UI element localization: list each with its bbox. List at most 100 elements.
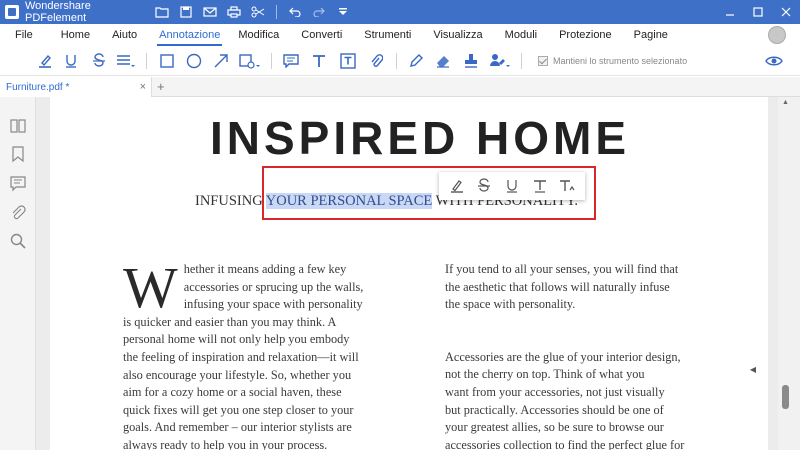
paragraph-line: want from your accessories, not just vis… — [445, 384, 665, 399]
attachments-panel-icon[interactable] — [9, 203, 27, 221]
paragraph-line: aim for a cozy home or a social haven, t… — [123, 385, 342, 400]
bookmark-icon[interactable] — [9, 145, 27, 163]
insert-text-icon[interactable] — [557, 176, 577, 196]
highlight-icon[interactable] — [34, 46, 56, 76]
add-tab-icon[interactable]: + — [157, 79, 165, 94]
toolbar-separator — [271, 52, 272, 69]
highlight-text-icon[interactable] — [447, 176, 467, 196]
scroll-up-icon[interactable]: ▲ — [782, 99, 789, 106]
menu-annotazione[interactable]: Annotazione — [157, 24, 223, 46]
menu-converti[interactable]: Converti — [301, 24, 342, 46]
signature-icon[interactable] — [485, 46, 515, 76]
left-column: W hether it means adding a few key acces… — [123, 255, 383, 450]
paragraph-line: the feeling of inspiration and relaxatio… — [123, 349, 359, 364]
right-column: If you tend to all your senses, you will… — [445, 261, 715, 450]
redo-icon[interactable] — [307, 0, 331, 24]
menu-modifica[interactable]: Modifica — [238, 24, 279, 46]
menu-file[interactable]: File — [15, 24, 33, 46]
comments-panel-icon[interactable] — [9, 174, 27, 192]
maximize-icon[interactable] — [744, 0, 772, 24]
app-title: Wondershare PDFelement — [25, 0, 91, 24]
paragraph-line: your greatest allies, so be sure to brow… — [445, 420, 664, 435]
paragraph-line: quick fixes will get you one step closer… — [123, 402, 354, 417]
tab-label: Furniture.pdf * — [6, 81, 70, 93]
paragraph-line: also encourage your lifestyle. So, wheth… — [123, 367, 352, 382]
text-align-icon[interactable] — [112, 46, 140, 76]
eye-icon[interactable] — [764, 46, 784, 76]
menu-bar: File Home Aiuto Annotazione Modifica Con… — [0, 24, 800, 46]
close-tab-icon[interactable]: × — [140, 81, 146, 93]
search-icon[interactable] — [9, 232, 27, 250]
paragraph-line: the aesthetic that follows will naturall… — [445, 279, 670, 294]
arrow-icon[interactable] — [207, 46, 235, 76]
underline-text-icon[interactable] — [502, 176, 522, 196]
textbox-icon[interactable] — [334, 46, 362, 76]
keep-tool-option[interactable]: Mantieni lo strumento selezionato — [538, 55, 688, 66]
tab-furniture-pdf[interactable]: Furniture.pdf * × — [0, 77, 152, 97]
print-icon[interactable] — [222, 0, 246, 24]
circle-icon[interactable] — [181, 46, 207, 76]
paragraph-line: is quicker and easier than you may think… — [123, 314, 337, 329]
toolbar-separator — [396, 52, 397, 69]
menu-home[interactable]: Home — [61, 24, 90, 46]
keep-tool-checkbox[interactable] — [538, 55, 548, 66]
pdf-page[interactable]: INSPIRED HOME INFUSING YOUR PERSONAL SPA… — [50, 97, 768, 450]
stamp-icon[interactable] — [457, 46, 485, 76]
text-icon[interactable] — [304, 46, 334, 76]
rectangle-icon[interactable] — [153, 46, 181, 76]
undo-icon[interactable] — [283, 0, 307, 24]
paragraph-line: not the cherry on top. Think of what you — [445, 367, 645, 382]
menu-protezione[interactable]: Protezione — [559, 24, 612, 46]
user-avatar[interactable] — [768, 26, 786, 44]
menu-pagine[interactable]: Pagine — [634, 24, 668, 46]
annotation-toolbar: Mantieni lo strumento selezionato — [0, 46, 800, 76]
document-title: INSPIRED HOME — [210, 112, 631, 164]
pencil-icon[interactable] — [403, 46, 429, 76]
document-tab-bar: Furniture.pdf * × + — [0, 77, 800, 97]
title-bar: Wondershare PDFelement — [0, 0, 800, 24]
text-markup-popup — [439, 172, 585, 200]
title-separator — [276, 5, 277, 19]
paragraph-line: Accessories are the glue of your interio… — [445, 349, 681, 364]
toolbar-separator — [146, 52, 147, 69]
vertical-scrollbar[interactable]: ▲ — [778, 97, 800, 450]
thumbnails-icon[interactable] — [9, 117, 27, 135]
quick-access-dropdown-icon[interactable] — [331, 0, 355, 24]
replace-text-icon[interactable] — [530, 176, 550, 196]
paragraph-line: but practically. Accessories should be o… — [445, 402, 664, 417]
document-viewer: INSPIRED HOME INFUSING YOUR PERSONAL SPA… — [36, 97, 778, 450]
keep-tool-label: Mantieni lo strumento selezionato — [553, 55, 688, 66]
attachment-icon[interactable] — [362, 46, 390, 76]
save-icon[interactable] — [174, 0, 198, 24]
paragraph-line: goals. And remember – our interior styli… — [123, 420, 352, 435]
paragraph-line: accessories collection to find the perfe… — [445, 437, 685, 450]
scissors-icon[interactable] — [246, 0, 270, 24]
strikethrough-icon[interactable] — [86, 46, 112, 76]
window-controls — [716, 0, 800, 24]
menu-visualizza[interactable]: Visualizza — [433, 24, 482, 46]
left-sidebar: ▶ — [0, 97, 42, 450]
subtitle-text: INFUSING — [195, 193, 266, 209]
paragraph-line: always ready to help you in your process… — [123, 437, 328, 450]
comment-icon[interactable] — [278, 46, 304, 76]
minimize-icon[interactable] — [716, 0, 744, 24]
open-folder-icon[interactable] — [150, 0, 174, 24]
toolbar-separator — [521, 52, 522, 69]
close-window-icon[interactable] — [772, 0, 800, 24]
strikethrough-text-icon[interactable] — [474, 176, 494, 196]
email-icon[interactable] — [198, 0, 222, 24]
app-logo-icon — [5, 5, 19, 19]
scroll-thumb[interactable] — [782, 385, 789, 409]
drop-cap: W — [123, 255, 178, 320]
expand-right-panel-icon[interactable]: ◀ — [750, 365, 756, 374]
eraser-icon[interactable] — [429, 46, 457, 76]
underline-icon[interactable] — [56, 46, 86, 76]
menu-moduli[interactable]: Moduli — [505, 24, 537, 46]
shape-dropdown-icon[interactable] — [235, 46, 265, 76]
menu-strumenti[interactable]: Strumenti — [364, 24, 411, 46]
paragraph-line: If you tend to all your senses, you will… — [445, 262, 679, 276]
menu-aiuto[interactable]: Aiuto — [112, 24, 137, 46]
paragraph-line: the space with personality. — [445, 297, 576, 312]
paragraph-line: personal home will not only help you emb… — [123, 332, 350, 347]
